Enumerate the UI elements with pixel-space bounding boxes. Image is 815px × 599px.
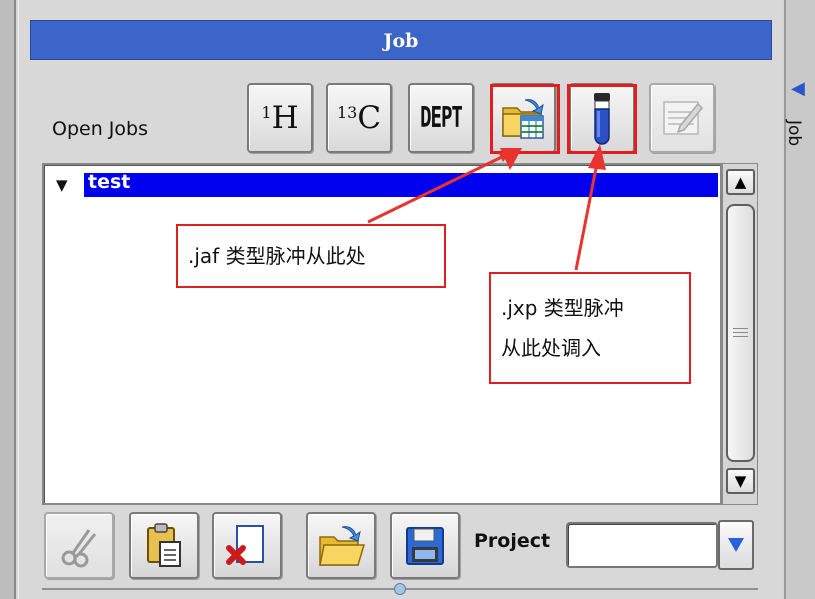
delete-document-icon [226,524,264,565]
cut-button[interactable] [44,512,114,579]
jaf-annotation: .jaf 类型脉冲从此处 [176,224,446,288]
scissors-icon [61,528,97,567]
open-project-button[interactable] [306,512,376,579]
project-dropdown-button[interactable] [718,520,754,570]
arrow-to-jxp [574,157,600,271]
annotation-arrows [367,144,606,271]
jaf-annotation-text: .jaf 类型脉冲从此处 [188,244,366,268]
arrow-head-jxp [588,144,606,170]
project-input[interactable] [566,522,718,568]
arrow-head-jaf [500,148,522,170]
floppy-disk-icon [406,526,444,565]
paste-button[interactable] [129,512,199,579]
splitter-handle[interactable] [394,583,406,595]
project-label: Project [474,530,551,552]
close-job-button[interactable] [212,512,282,579]
arrow-to-jaf [367,152,510,224]
jxp-annotation: .jxp 类型脉冲 从此处调入 [489,272,691,384]
clipboard-icon [147,522,181,567]
jxp-annotation-line2: 从此处调入 [501,336,601,360]
jxp-annotation-line1: .jxp 类型脉冲 [501,296,624,320]
open-folder-icon [319,525,366,566]
save-button[interactable] [390,512,460,579]
chevron-down-icon [728,538,744,552]
